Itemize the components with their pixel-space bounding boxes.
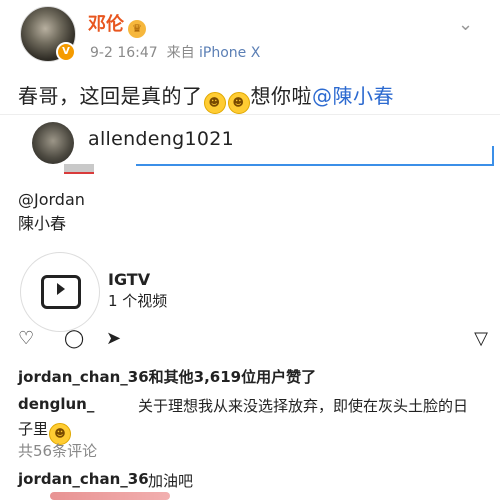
comments-count: 共56条评论 bbox=[18, 442, 98, 460]
caption-user: denglun_ bbox=[18, 395, 95, 413]
igtv-subtitle: 1 个视频 bbox=[108, 292, 168, 310]
caption-line-1: 关于理想我从来没选择放弃，即使在灰头土脸的日 bbox=[138, 397, 469, 415]
post-text: 春哥，这回是真的了 ☻ ☻ 想你啦@陳小春 bbox=[18, 80, 394, 114]
likes-text: jordan_chan_36和其他3,619位用户赞了 bbox=[18, 368, 317, 386]
comment-text: 加油吧 bbox=[148, 472, 194, 490]
verified-v-icon: V bbox=[56, 42, 76, 62]
mention-link[interactable]: @陳小春 bbox=[312, 84, 394, 108]
post-text-part2: 想你啦 bbox=[250, 84, 312, 108]
ig-underline bbox=[136, 164, 494, 166]
username[interactable]: 邓伦 bbox=[88, 14, 124, 35]
send-icon: ➤ bbox=[106, 328, 122, 349]
ig-action-bar: ♡ ◯ ➤ ▽ bbox=[18, 328, 488, 350]
heart-icon: ♡ bbox=[18, 328, 35, 349]
caption-line-2-text: 子里 bbox=[18, 420, 49, 438]
play-icon bbox=[57, 283, 65, 295]
username-row[interactable]: 邓伦 ♛ bbox=[88, 10, 146, 38]
ig-handle: allendeng1021 bbox=[88, 128, 235, 150]
ig-tag-mark bbox=[64, 164, 94, 174]
source-device[interactable]: iPhone X bbox=[199, 45, 260, 61]
avatar[interactable]: V bbox=[20, 6, 76, 62]
source-prefix: 来自 bbox=[166, 45, 195, 61]
blurred-comment bbox=[50, 492, 170, 500]
chevron-down-icon[interactable]: ⌄ bbox=[458, 14, 473, 35]
post-text-part1: 春哥，这回是真的了 bbox=[18, 84, 203, 108]
crown-icon: ♛ bbox=[128, 20, 146, 38]
bookmark-icon: ▽ bbox=[474, 328, 488, 349]
post-date: 9-2 16:47 bbox=[90, 45, 158, 61]
tongue-emoji-icon: ☻ bbox=[203, 92, 226, 114]
igtv-icon bbox=[20, 252, 100, 332]
tongue-emoji-icon: ☻ bbox=[227, 92, 250, 114]
ig-underline-tick bbox=[492, 146, 494, 166]
ig-avatar bbox=[32, 122, 74, 164]
ig-tag-line: @Jordan bbox=[18, 190, 85, 209]
igtv-title: IGTV bbox=[108, 270, 151, 289]
ig-tag-name: 陳小春 bbox=[18, 214, 67, 233]
comment-icon: ◯ bbox=[64, 328, 85, 349]
comment-user: jordan_chan_36 bbox=[18, 470, 149, 488]
post-meta: 9-2 16:47 来自 iPhone X bbox=[90, 42, 260, 62]
